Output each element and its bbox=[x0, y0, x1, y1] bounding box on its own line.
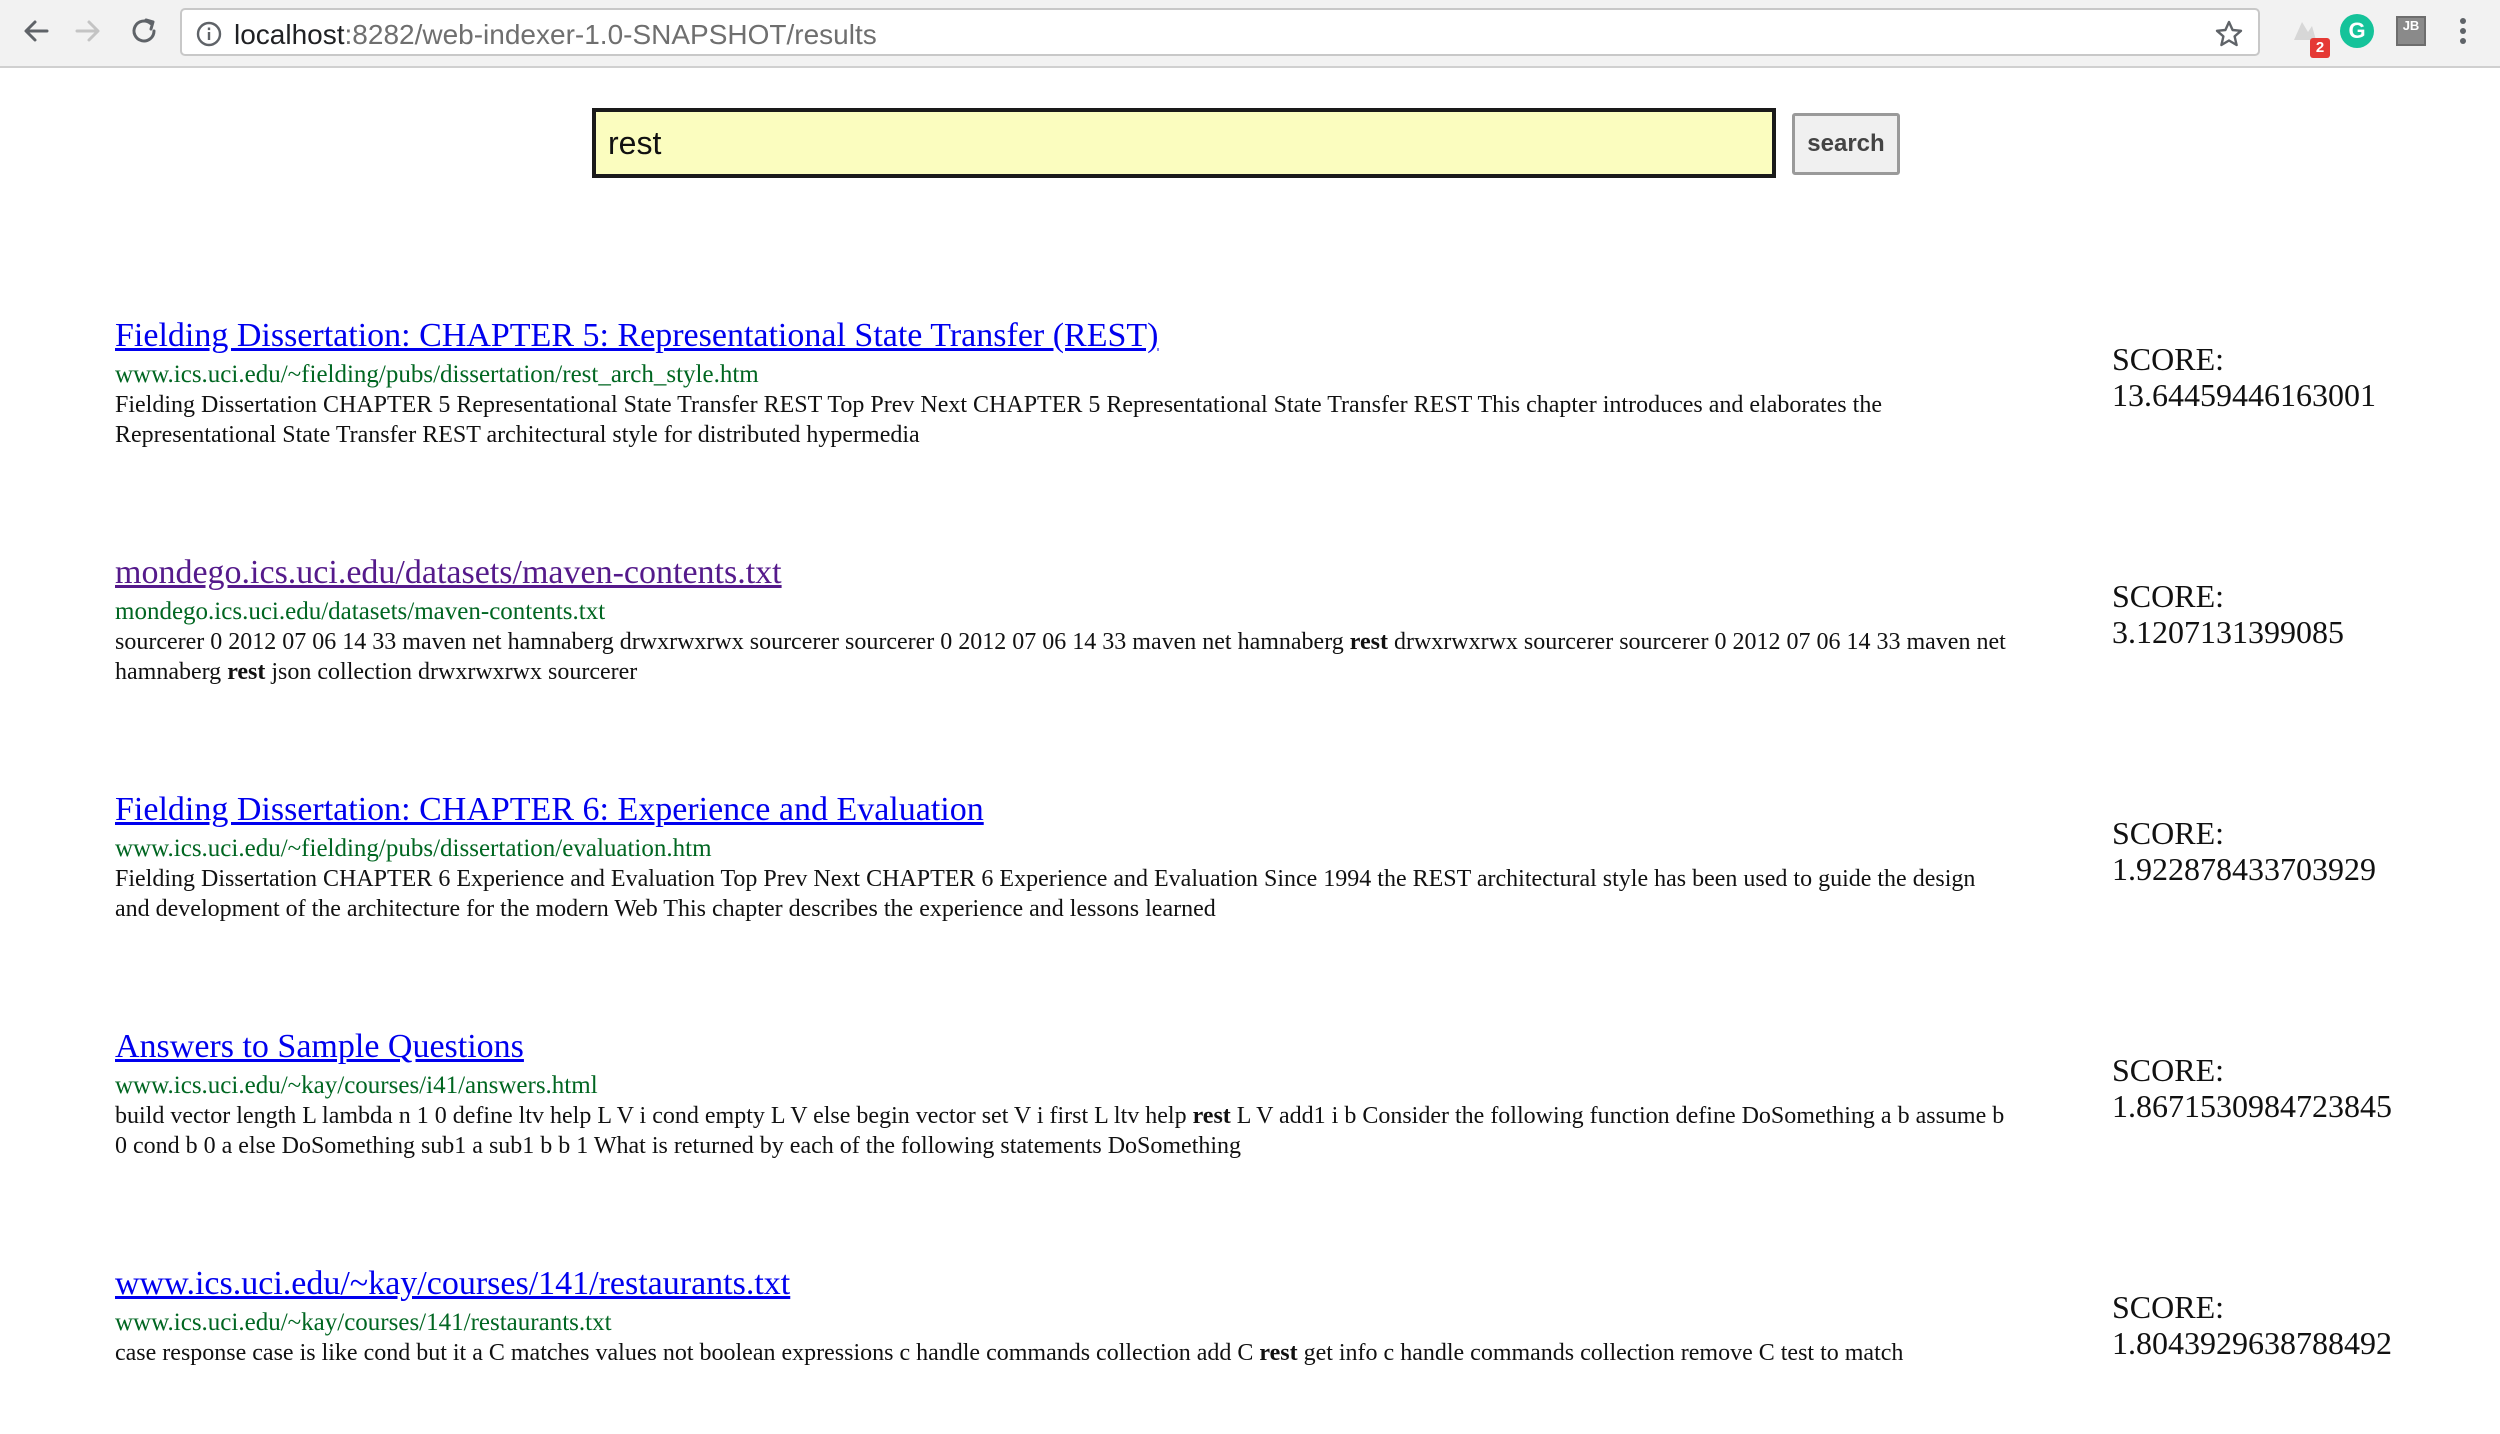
score-value: 1.8671530984723845 bbox=[2112, 1088, 2392, 1124]
result-item: Fielding Dissertation: CHAPTER 5: Repres… bbox=[115, 316, 2015, 486]
result-title-link[interactable]: mondego.ics.uci.edu/datasets/maven-conte… bbox=[115, 553, 782, 593]
result-score: SCORE: 13.64459446163001 bbox=[2112, 341, 2376, 413]
forward-arrow-icon bbox=[75, 20, 100, 42]
result-item: mondego.ics.uci.edu/datasets/maven-conte… bbox=[115, 553, 2015, 723]
result-title-link[interactable]: Fielding Dissertation: CHAPTER 6: Experi… bbox=[115, 790, 984, 830]
bookmark-star-icon[interactable] bbox=[2214, 19, 2244, 49]
info-icon[interactable] bbox=[196, 21, 222, 47]
search-button[interactable]: search bbox=[1792, 113, 1900, 175]
result-url: www.ics.uci.edu/~fielding/pubs/dissertat… bbox=[115, 835, 712, 862]
result-snippet: case response case is like cond but it a… bbox=[115, 1340, 1904, 1366]
score-value: 13.64459446163001 bbox=[2112, 377, 2376, 413]
browser-menu-button[interactable] bbox=[2448, 14, 2478, 48]
result-snippet: Fielding Dissertation CHAPTER 6 Experien… bbox=[115, 866, 1976, 922]
address-bar[interactable]: localhost:8282/web-indexer-1.0-SNAPSHOT/… bbox=[180, 8, 2260, 56]
url-text[interactable]: localhost:8282/web-indexer-1.0-SNAPSHOT/… bbox=[234, 19, 877, 51]
result-score: SCORE: 3.1207131399085 bbox=[2112, 578, 2344, 650]
url-host: localhost bbox=[234, 19, 345, 50]
result-item: Fielding Dissertation: CHAPTER 6: Experi… bbox=[115, 790, 2015, 960]
result-url: www.ics.uci.edu/~kay/courses/i41/answers… bbox=[115, 1072, 598, 1099]
result-snippet: build vector length L lambda n 1 0 defin… bbox=[115, 1103, 2005, 1159]
kebab-menu-icon bbox=[2460, 18, 2466, 44]
grammarly-button[interactable]: G bbox=[2340, 14, 2374, 48]
grammarly-icon: G bbox=[2340, 14, 2374, 48]
result-item: www.ics.uci.edu/~kay/courses/141/restaur… bbox=[115, 1264, 2015, 1434]
jetbrains-icon: JB bbox=[2396, 16, 2426, 46]
score-label: SCORE: bbox=[2112, 578, 2225, 614]
reload-icon bbox=[132, 18, 156, 43]
extension-button[interactable]: 2 bbox=[2288, 14, 2330, 58]
result-score: SCORE: 1.8671530984723845 bbox=[2112, 1052, 2392, 1124]
result-title-link[interactable]: Answers to Sample Questions bbox=[115, 1027, 524, 1067]
score-value: 1.8043929638788492 bbox=[2112, 1325, 2392, 1361]
extension-badge: 2 bbox=[2310, 38, 2330, 58]
back-arrow-icon bbox=[24, 20, 49, 42]
browser-toolbar: localhost:8282/web-indexer-1.0-SNAPSHOT/… bbox=[0, 0, 2500, 68]
result-title-link[interactable]: www.ics.uci.edu/~kay/courses/141/restaur… bbox=[115, 1264, 790, 1304]
jetbrains-button[interactable]: JB bbox=[2394, 14, 2428, 48]
result-score: SCORE: 1.8043929638788492 bbox=[2112, 1289, 2392, 1361]
score-value: 3.1207131399085 bbox=[2112, 614, 2344, 650]
result-score: SCORE: 1.922878433703929 bbox=[2112, 815, 2376, 887]
url-path: :8282/web-indexer-1.0-SNAPSHOT/results bbox=[344, 19, 877, 50]
score-label: SCORE: bbox=[2112, 815, 2225, 851]
result-snippet: sourcerer 0 2012 07 06 14 33 maven net h… bbox=[115, 629, 2006, 685]
score-label: SCORE: bbox=[2112, 1289, 2225, 1325]
reload-button[interactable] bbox=[126, 13, 162, 49]
result-title-link[interactable]: Fielding Dissertation: CHAPTER 5: Repres… bbox=[115, 316, 1159, 356]
result-url: www.ics.uci.edu/~fielding/pubs/dissertat… bbox=[115, 361, 759, 388]
result-url: mondego.ics.uci.edu/datasets/maven-conte… bbox=[115, 598, 606, 625]
result-url: www.ics.uci.edu/~kay/courses/141/restaur… bbox=[115, 1309, 612, 1336]
score-label: SCORE: bbox=[2112, 1052, 2225, 1088]
forward-button[interactable] bbox=[70, 13, 106, 49]
score-value: 1.922878433703929 bbox=[2112, 851, 2376, 887]
back-button[interactable] bbox=[18, 13, 54, 49]
score-label: SCORE: bbox=[2112, 341, 2225, 377]
search-input[interactable] bbox=[592, 108, 1776, 178]
result-snippet: Fielding Dissertation CHAPTER 5 Represen… bbox=[115, 392, 1882, 448]
result-item: Answers to Sample Questions www.ics.uci.e… bbox=[115, 1027, 2015, 1197]
